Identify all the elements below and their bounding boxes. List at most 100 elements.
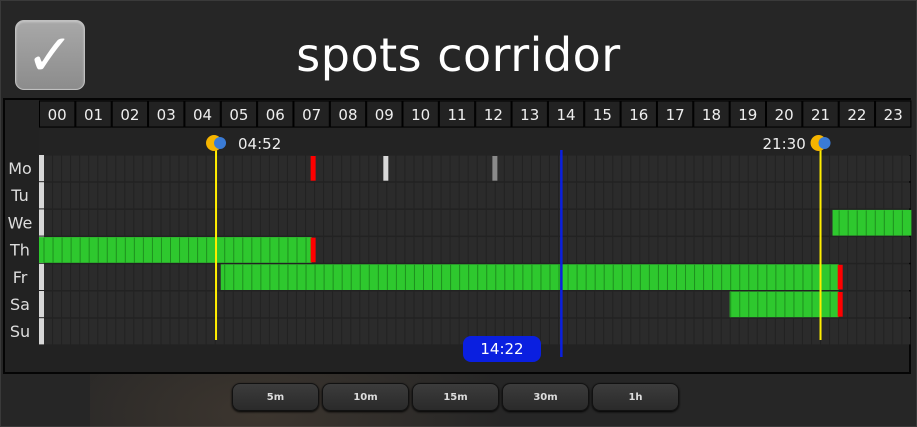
time-slot: [450, 237, 459, 263]
time-slot: [360, 291, 369, 318]
time-slot: [540, 155, 549, 182]
time-slot: [685, 291, 694, 318]
time-slot: [44, 155, 53, 182]
time-slot: [821, 318, 830, 345]
time-slot: [857, 155, 866, 182]
time-slot: [242, 209, 251, 236]
schedule-grid[interactable]: 00 01 02 03 04 05 06 07 08 09 10 11 12 13 14 15 16 17 18 19…: [0, 0, 917, 427]
time-slot: [568, 318, 577, 345]
time-slot: [658, 155, 667, 182]
time-slot: [224, 209, 233, 236]
time-slot: [378, 318, 387, 345]
time-slot: [757, 182, 766, 209]
time-slot: [549, 209, 559, 236]
time-slot: [242, 155, 251, 182]
time-slot: [504, 237, 513, 263]
time-slot: [577, 318, 586, 345]
time-slot: [152, 182, 161, 209]
time-slot: [839, 237, 848, 263]
time-slot: [604, 155, 613, 182]
time-slot: [143, 264, 152, 290]
time-slot: [342, 318, 351, 345]
time-slot: [170, 291, 179, 318]
time-slot: [766, 155, 775, 182]
time-slot: [793, 318, 802, 345]
time-slot: [748, 155, 757, 182]
time-slot: [784, 182, 793, 209]
time-slot: [839, 318, 848, 345]
zoom-15m-button[interactable]: 15m: [412, 383, 499, 411]
hour-label: 15: [593, 106, 612, 124]
time-slot: [116, 155, 125, 182]
time-slot: [586, 182, 595, 209]
time-slot: [468, 209, 477, 236]
time-slot: [432, 291, 441, 318]
time-slot: [396, 291, 405, 318]
hour-label: 12: [484, 106, 503, 124]
time-slot: [802, 318, 812, 345]
time-slot: [53, 318, 62, 345]
time-slot: [441, 209, 450, 236]
time-slot: [658, 182, 667, 209]
time-slot: [577, 209, 586, 236]
time-slot: [116, 209, 125, 236]
time-slot: [812, 318, 821, 345]
time-slot: [107, 291, 116, 318]
time-slot: [667, 209, 676, 236]
zoom-30m-button[interactable]: 30m: [502, 383, 589, 411]
time-slot: [893, 264, 902, 290]
time-slot: [622, 291, 631, 318]
time-slot: [549, 155, 559, 182]
time-slot: [513, 182, 522, 209]
time-slot: [640, 318, 649, 345]
time-slot: [405, 209, 414, 236]
time-slot: [531, 155, 540, 182]
time-slot: [260, 318, 269, 345]
time-slot: [739, 209, 748, 236]
hour-label: 07: [302, 106, 321, 124]
time-slot: [730, 155, 739, 182]
time-slot: [197, 155, 206, 182]
time-slot: [152, 264, 161, 290]
time-slot: [62, 318, 71, 345]
time-slot: [893, 318, 902, 345]
zoom-1h-button[interactable]: 1h: [592, 383, 679, 411]
time-slot: [369, 182, 378, 209]
time-slot: [586, 209, 595, 236]
time-slot: [260, 182, 269, 209]
time-slot: [459, 291, 468, 318]
time-slot: [613, 237, 622, 263]
time-slot: [351, 237, 360, 263]
time-slot: [613, 291, 622, 318]
time-slot: [143, 209, 152, 236]
time-slot: [477, 155, 486, 182]
time-slot: [649, 291, 658, 318]
time-slot: [667, 237, 676, 263]
zoom-5m-button[interactable]: 5m: [232, 383, 319, 411]
day-label: We: [8, 213, 33, 232]
time-slot: [568, 237, 577, 263]
time-slot: [676, 318, 685, 345]
time-slot: [89, 291, 98, 318]
block-end-marker: [837, 292, 843, 317]
hour-label: 00: [48, 106, 67, 124]
time-slot: [423, 155, 432, 182]
time-slot: [80, 155, 89, 182]
time-slot: [721, 318, 730, 345]
time-slot: [830, 318, 839, 345]
time-slot: [848, 155, 857, 182]
hour-label: 19: [738, 106, 757, 124]
zoom-10m-button[interactable]: 10m: [322, 383, 409, 411]
time-slot: [793, 155, 802, 182]
time-slot: [703, 291, 712, 318]
time-slot: [396, 209, 405, 236]
time-slot: [441, 291, 450, 318]
time-slot: [206, 291, 215, 318]
time-slot: [875, 318, 884, 345]
time-slot: [875, 155, 884, 182]
time-slot: [703, 209, 712, 236]
hour-label: 23: [884, 106, 903, 124]
time-slot: [866, 237, 875, 263]
active-block: [832, 209, 912, 236]
time-slot: [432, 182, 441, 209]
